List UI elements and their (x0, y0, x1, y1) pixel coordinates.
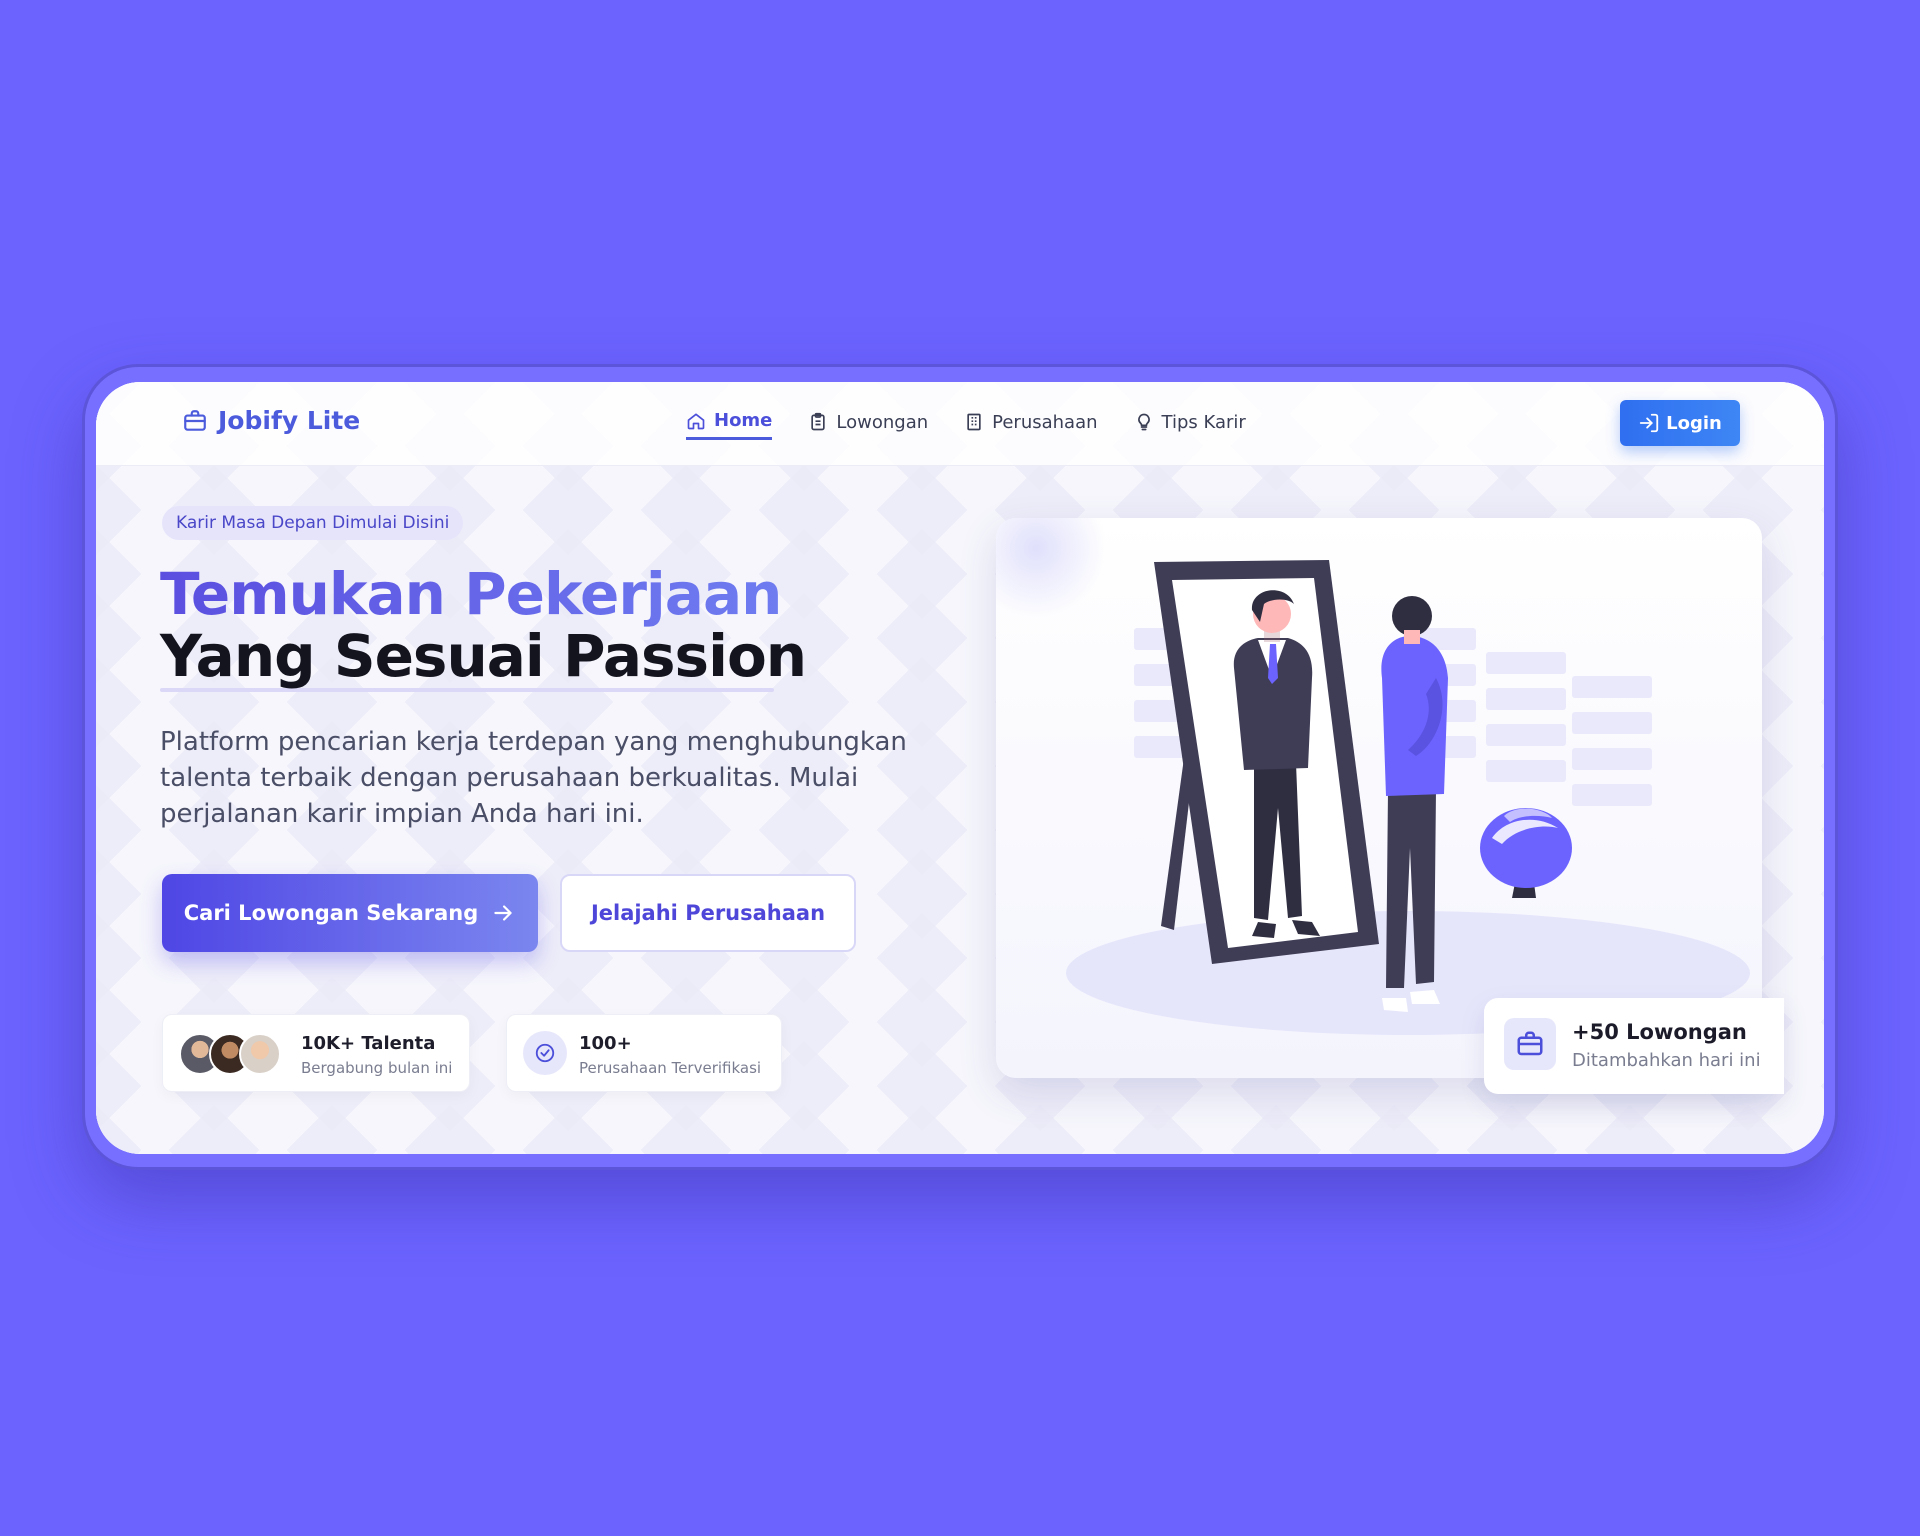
avatar (239, 1033, 281, 1075)
login-icon (1639, 413, 1659, 433)
main-nav: Home Lowongan Perusahaan Tips Karir (686, 410, 1246, 440)
avatar-group (179, 1033, 289, 1077)
verified-badge (523, 1031, 567, 1075)
stat-card-talenta: 10K+ Talenta Bergabung bulan ini (162, 1014, 470, 1092)
nav-label-tips-karir: Tips Karir (1161, 411, 1246, 433)
new-jobs-badge: +50 Lowongan Ditambahkan hari ini (1484, 998, 1784, 1094)
hero-description: Platform pencarian kerja terdepan yang m… (160, 727, 907, 829)
nav-label-home: Home (714, 410, 773, 431)
arrow-right-icon (494, 905, 512, 921)
nav-label-lowongan: Lowongan (836, 411, 929, 433)
stat-card-companies: 100+ Perusahaan Terverifikasi (506, 1014, 782, 1092)
search-jobs-label: Cari Lowongan Sekarang (183, 901, 479, 925)
mirror-illustration (996, 518, 1750, 1035)
stat-title: 100+ (579, 1033, 632, 1054)
nav-item-tips-karir[interactable]: Tips Karir (1134, 412, 1246, 439)
search-jobs-button[interactable]: Cari Lowongan Sekarang (162, 874, 538, 952)
explore-companies-label: Jelajahi Perusahaan (590, 901, 826, 925)
briefcase-icon (1517, 1031, 1543, 1056)
stat-title: 10K+ Talenta (301, 1033, 436, 1054)
hero-title-line2: Yang Sesuai Passion (160, 622, 807, 690)
nav-item-perusahaan[interactable]: Perusahaan (964, 411, 1098, 439)
nav-item-home[interactable]: Home (686, 410, 773, 440)
stat-subtitle: Bergabung bulan ini (301, 1059, 453, 1077)
app-window: Jobify Lite Home Lowongan Perusahaan Tip… (96, 382, 1824, 1154)
building-icon (967, 413, 981, 431)
lightbulb-icon (1137, 413, 1150, 431)
brand-name: Jobify Lite (218, 406, 361, 435)
clipboard-icon (811, 412, 826, 431)
jobs-badge-subtitle: Ditambahkan hari ini (1572, 1050, 1761, 1071)
nav-label-perusahaan: Perusahaan (992, 411, 1098, 433)
jobs-icon-box (1504, 1018, 1556, 1070)
stat-subtitle: Perusahaan Terverifikasi (579, 1059, 762, 1077)
home-icon (687, 413, 705, 429)
login-label: Login (1666, 412, 1722, 434)
briefcase-icon (184, 409, 206, 431)
check-circle-icon (535, 1043, 555, 1063)
hero-tagline: Karir Masa Depan Dimulai Disini (162, 506, 464, 540)
hero-illustration-card (996, 518, 1762, 1078)
hero-title-line1: Temukan Pekerjaan (160, 560, 782, 628)
login-button[interactable]: Login (1620, 400, 1740, 446)
brand-logo[interactable]: Jobify Lite (182, 406, 360, 435)
navbar: Jobify Lite Home Lowongan Perusahaan Tip… (96, 382, 1824, 466)
jobs-badge-title: +50 Lowongan (1572, 1020, 1747, 1044)
explore-companies-button[interactable]: Jelajahi Perusahaan (560, 874, 856, 952)
nav-item-lowongan[interactable]: Lowongan (808, 412, 928, 439)
